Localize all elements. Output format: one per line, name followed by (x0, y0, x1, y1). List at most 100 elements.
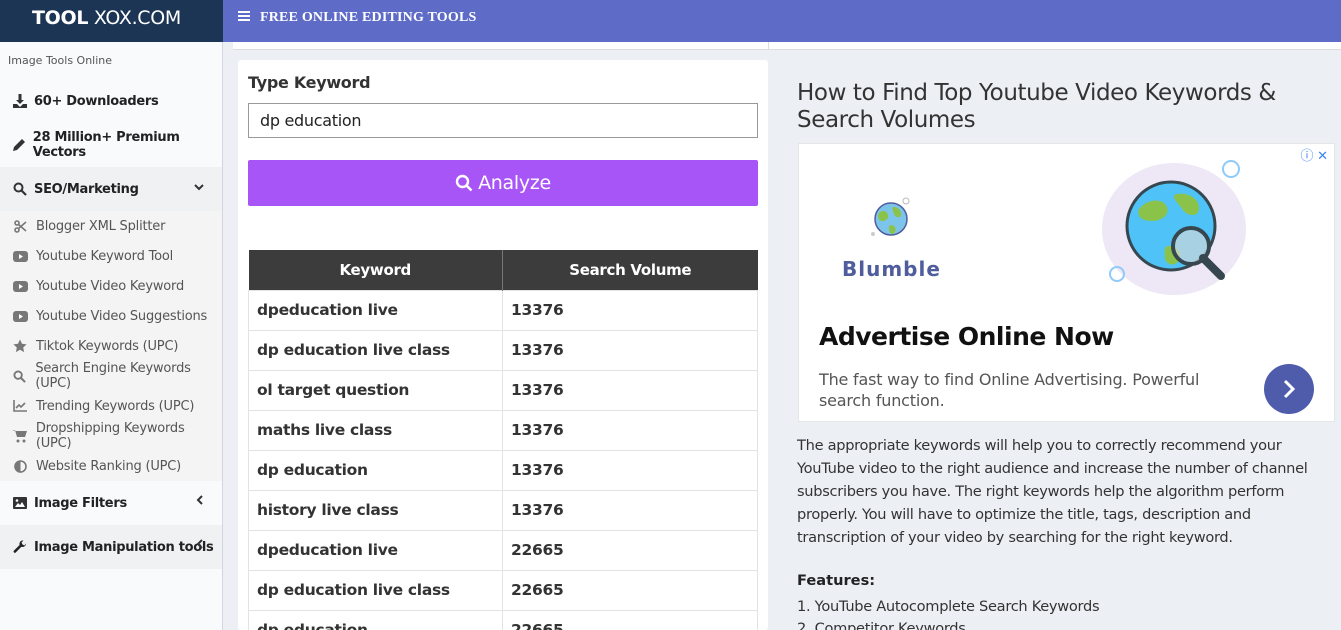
sidebar-item-tiktok-keywords[interactable]: Tiktok Keywords (UPC) (0, 331, 222, 361)
table-row: dp education live class 13376 (248, 329, 758, 371)
ad-next-button[interactable] (1264, 364, 1314, 414)
sidebar-item-seo-marketing[interactable]: SEO/Marketing (0, 167, 222, 211)
sidebar-item-label: 28 Million+ Premium Vectors (32, 130, 180, 160)
table-row: ol target question 13376 (248, 369, 758, 411)
sidebar-item-search-engine-keywords[interactable]: Search Engine Keywords (UPC) (0, 361, 222, 391)
chart-line-icon (12, 400, 28, 412)
sidebar-item-downloaders[interactable]: 60+ Downloaders (0, 79, 222, 123)
results-table: Keyword Search Volume dpeducation live 13… (248, 250, 758, 630)
volume-cell: 13376 (502, 289, 758, 331)
keyword-cell: dpeducation live (248, 289, 503, 331)
keyword-cell: history live class (248, 489, 503, 531)
sidebar-item-image-filters[interactable]: Image Filters (0, 481, 222, 525)
contrast-icon (12, 459, 28, 473)
ad-headline: Advertise Online Now (819, 322, 1114, 351)
sidebar-item-label: Dropshipping Keywords (UPC) (35, 421, 185, 451)
volume-cell: 13376 (502, 329, 758, 371)
image-icon (11, 497, 28, 509)
hamburger-menu-icon[interactable] (238, 11, 250, 21)
logo-rest: XOX.COM (88, 7, 182, 29)
volume-cell: 13376 (502, 369, 758, 411)
table-row: dp education 13376 (248, 449, 758, 491)
table-row: dpeducation live 13376 (248, 289, 758, 331)
card-edge (768, 42, 1341, 50)
chevron-left-icon (196, 495, 204, 508)
volume-cell: 13376 (502, 409, 758, 451)
keyword-label: Type Keyword (248, 73, 371, 92)
volume-cell: 13376 (502, 489, 758, 531)
article-title: How to Find Top Youtube Video Keywords &… (797, 80, 1276, 133)
logo-bold: TOOL (32, 7, 89, 29)
analyze-label: Analyze (478, 172, 551, 194)
download-icon (11, 94, 28, 108)
sidebar-item-label: Search Engine Keywords (UPC) (35, 361, 191, 391)
list-item: 2. Competitor Keywords (797, 620, 966, 630)
ad-choices-icon[interactable]: ⓘ ✕ (1300, 145, 1328, 164)
sidebar-item-label: Youtube Keyword Tool (36, 248, 174, 264)
keyword-cell: dp education (248, 609, 503, 630)
sidebar-item-image-manipulation[interactable]: Image Manipulation tools (0, 525, 222, 569)
search-icon (455, 174, 473, 192)
ad-description: The fast way to find Online Advertising.… (819, 370, 1200, 410)
sidebar-item-label: Image Filters (34, 495, 127, 511)
sidebar-item-label: Trending Keywords (UPC) (36, 398, 195, 414)
table-row: history live class 13376 (248, 489, 758, 531)
keyword-tool-card: Type Keyword Analyze Keyword Search Volu… (238, 60, 768, 630)
features-heading: Features: (797, 572, 876, 589)
navbar-title: FREE ONLINE EDITING TOOLS (260, 10, 477, 25)
sidebar-item-dropshipping-keywords[interactable]: Dropshipping Keywords (UPC) (0, 421, 222, 451)
column-header-keyword: Keyword (248, 250, 503, 290)
volume-cell: 22665 (502, 529, 758, 571)
sidebar-item-youtube-video-suggestions[interactable]: Youtube Video Suggestions (0, 301, 222, 331)
table-row: dp education live class 22665 (248, 569, 758, 611)
site-logo[interactable]: TOOL XOX.COM (0, 0, 223, 42)
sidebar-item-premium-vectors[interactable]: 28 Million+ Premium Vectors (0, 123, 222, 167)
wrench-icon (11, 540, 28, 554)
globe-magnifier-illustration-icon (1102, 160, 1246, 295)
blumble-globe-logo-icon (871, 197, 910, 236)
search-icon (12, 369, 27, 383)
features-list: 1. YouTube Autocomplete Search Keywords … (797, 596, 1100, 630)
table-row: dpeducation live 22665 (248, 529, 758, 571)
advertisement[interactable]: ⓘ ✕ Blumble Advertise Online Now The fas… (798, 143, 1335, 422)
keyword-cell: dp education live class (248, 329, 503, 371)
youtube-icon (12, 250, 28, 262)
card-edge (233, 42, 768, 50)
youtube-icon (12, 310, 28, 322)
sidebar-item-trending-keywords[interactable]: Trending Keywords (UPC) (0, 391, 222, 421)
chevron-left-icon (196, 539, 204, 552)
sidebar-item-youtube-keyword-tool[interactable]: Youtube Keyword Tool (0, 241, 222, 271)
analyze-button[interactable]: Analyze (248, 160, 758, 206)
column-header-search-volume: Search Volume (502, 250, 758, 290)
sidebar-item-blogger-xml-splitter[interactable]: Blogger XML Splitter (0, 211, 222, 241)
chevron-right-icon (1283, 379, 1296, 399)
sidebar-item-label: 60+ Downloaders (34, 93, 159, 109)
sidebar-item-label: Youtube Video Keyword (36, 278, 185, 294)
pencil-icon (11, 138, 27, 152)
scissors-icon (12, 219, 28, 233)
keyword-input[interactable] (248, 103, 758, 138)
keyword-cell: dpeducation live (248, 529, 503, 571)
search-icon (11, 182, 28, 196)
keyword-cell: dp education live class (248, 569, 503, 611)
volume-cell: 13376 (502, 449, 758, 491)
sidebar-header: Image Tools Online (8, 54, 113, 67)
sidebar-item-label: SEO/Marketing (34, 181, 139, 197)
ad-brand: Blumble (842, 257, 941, 281)
sidebar-item-label: Blogger XML Splitter (36, 218, 166, 234)
keyword-cell: ol target question (248, 369, 503, 411)
keyword-cell: dp education (248, 449, 503, 491)
keyword-cell: maths live class (248, 409, 503, 451)
volume-cell: 22665 (502, 609, 758, 630)
sidebar-item-website-ranking[interactable]: Website Ranking (UPC) (0, 451, 222, 481)
sidebar-item-label: Website Ranking (UPC) (36, 458, 182, 474)
sidebar-item-label: Tiktok Keywords (UPC) (36, 338, 179, 354)
article-paragraph: The appropriate keywords will help you t… (797, 437, 1308, 546)
sidebar-item-youtube-video-keyword[interactable]: Youtube Video Keyword (0, 271, 222, 301)
sidebar-item-label: Youtube Video Suggestions (36, 308, 208, 324)
cart-icon (12, 429, 28, 443)
sidebar: Image Tools Online 60+ Downloaders 28 Mi… (0, 42, 223, 630)
top-navbar: FREE ONLINE EDITING TOOLS (223, 0, 1341, 42)
star-icon (12, 339, 28, 353)
youtube-icon (12, 280, 28, 292)
